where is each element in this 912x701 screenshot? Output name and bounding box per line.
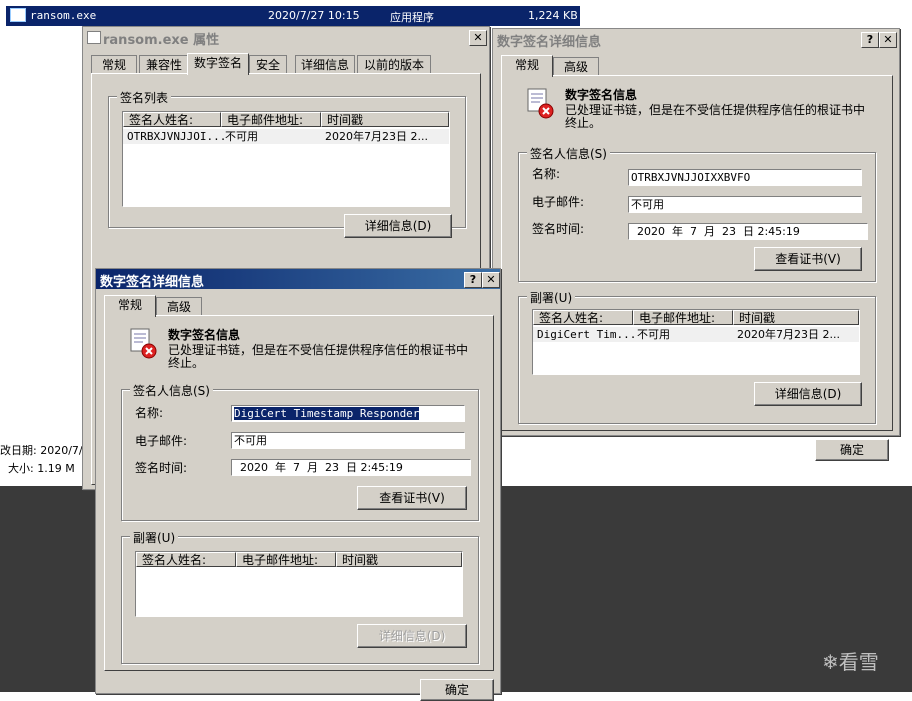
- tab-compat[interactable]: 兼容性: [139, 55, 189, 74]
- certificate-error-icon: [129, 328, 159, 360]
- signature-info-heading: 数字签名信息: [565, 88, 638, 102]
- email-cell: 不可用: [225, 130, 258, 143]
- details-title-front: 数字签名详细信息: [100, 275, 205, 290]
- signature-status-line1: 已处理证书链，但是在不受信任提供程序信任的根证书中: [565, 103, 866, 117]
- properties-title: ransom.exe 属性: [103, 33, 220, 48]
- certificate-error-icon: [526, 88, 556, 120]
- countersig-details-button[interactable]: 详细信息(D): [357, 624, 467, 648]
- column-timestamp[interactable]: 时间戳: [321, 112, 449, 127]
- timestamp-cell: 2020年7月23日 2...: [737, 328, 840, 341]
- details-title-back: 数字签名详细信息: [497, 35, 602, 50]
- signature-list-label: 签名列表: [117, 89, 172, 106]
- exe-file-icon: [10, 8, 26, 22]
- help-icon[interactable]: ?: [464, 272, 482, 288]
- signer-info-label: 签名人信息(S): [130, 382, 213, 399]
- properties-tabs: 常规 兼容性 数字签名 安全 详细信息 以前的版本: [91, 53, 481, 75]
- signer-info-group: 签名人信息(S) 名称: OTRBXJVNJJOIXXBVFO 电子邮件: 不可…: [518, 145, 876, 282]
- signature-details-window-front: 数字签名详细信息 ? ✕ 常规 高级 数字签名信息 已处理证书链，但是在不受信任…: [95, 268, 501, 701]
- signature-status-line2: 终止。: [168, 356, 205, 370]
- general-tab-panel: 数字签名信息 已处理证书链，但是在不受信任提供程序信任的根证书中 终止。 签名人…: [104, 315, 494, 671]
- timestamp-cell: 2020年7月23日 2...: [325, 130, 428, 143]
- email-label: 电子邮件:: [532, 195, 585, 209]
- tab-security[interactable]: 安全: [249, 55, 287, 74]
- tab-previous-versions[interactable]: 以前的版本: [357, 55, 431, 74]
- email-field[interactable]: 不可用: [628, 196, 862, 213]
- properties-titlebar[interactable]: ransom.exe 属性 ✕: [83, 27, 489, 48]
- view-certificate-button[interactable]: 查看证书(V): [357, 486, 467, 510]
- tab-general[interactable]: 常规: [104, 295, 156, 317]
- signer-info-label: 签名人信息(S): [527, 145, 610, 162]
- file-type: 应用程序: [390, 11, 434, 24]
- ok-button[interactable]: 确定: [815, 439, 889, 461]
- general-tab-panel: 数字签名信息 已处理证书链，但是在不受信任提供程序信任的根证书中 终止。 签名人…: [501, 75, 893, 431]
- watermark: ❄看雪: [822, 650, 879, 674]
- signature-status-line2: 终止。: [565, 116, 602, 130]
- details-titlebar-back[interactable]: 数字签名详细信息 ? ✕: [493, 29, 899, 50]
- ok-button[interactable]: 确定: [420, 679, 494, 701]
- name-label: 名称:: [135, 406, 164, 420]
- signing-time-label: 签名时间:: [532, 222, 585, 236]
- signer-name-cell: DigiCert Tim...: [537, 328, 637, 341]
- tab-advanced[interactable]: 高级: [553, 57, 599, 76]
- details-titlebar-front[interactable]: 数字签名详细信息 ? ✕: [96, 269, 500, 290]
- close-icon[interactable]: ✕: [879, 32, 897, 48]
- column-email[interactable]: 电子邮件地址:: [633, 310, 733, 325]
- column-timestamp[interactable]: 时间戳: [336, 552, 462, 567]
- column-signer-name[interactable]: 签名人姓名:: [136, 552, 236, 567]
- column-signer-name[interactable]: 签名人姓名:: [123, 112, 221, 127]
- signature-details-window-back: 数字签名详细信息 ? ✕ 常规 高级 数字签名信息 已处理证书链，但是在不受信任…: [492, 28, 900, 461]
- countersignature-list[interactable]: 签名人姓名: 电子邮件地址: 时间戳 DigiCert Tim... 不可用 2…: [532, 309, 860, 375]
- help-icon[interactable]: ?: [861, 32, 879, 48]
- column-email[interactable]: 电子邮件地址:: [236, 552, 336, 567]
- name-label: 名称:: [532, 167, 561, 181]
- details-pane: 改日期: 2020/7/ 大小: 1.19 M: [0, 430, 83, 486]
- tab-digital-signature[interactable]: 数字签名: [187, 53, 249, 75]
- file-size: 1,224 KB: [528, 9, 578, 22]
- signature-list[interactable]: 签名人姓名: 电子邮件地址: 时间戳 OTRBXJVNJJOI... 不可用 2…: [122, 111, 450, 207]
- signer-info-group: 签名人信息(S) 名称: DigiCert Timestamp Responde…: [121, 382, 479, 521]
- modified-date-label: 改日期: 2020/7/: [0, 444, 83, 457]
- signing-time-field[interactable]: 2020 年 7 月 23 日 2:45:19: [231, 459, 471, 476]
- signer-name-field[interactable]: DigiCert Timestamp Responder: [231, 405, 465, 422]
- countersignature-group: 副署(U) 签名人姓名: 电子邮件地址: 时间戳 详细信息(D): [121, 529, 479, 664]
- tab-advanced[interactable]: 高级: [156, 297, 202, 316]
- details-tabs-back: 常规 高级: [501, 55, 891, 77]
- close-icon[interactable]: ✕: [482, 272, 500, 288]
- details-button[interactable]: 详细信息(D): [344, 214, 452, 238]
- countersignature-group: 副署(U) 签名人姓名: 电子邮件地址: 时间戳 DigiCert Tim...…: [518, 289, 876, 424]
- signing-time-field[interactable]: 2020 年 7 月 23 日 2:45:19: [628, 223, 868, 240]
- email-field[interactable]: 不可用: [231, 432, 465, 449]
- tab-general[interactable]: 常规: [91, 55, 137, 74]
- details-tabs-front: 常规 高级: [104, 295, 494, 317]
- tab-details[interactable]: 详细信息: [295, 55, 355, 74]
- signature-list-group: 签名列表 签名人姓名: 电子邮件地址: 时间戳 OTRBXJVNJJOI... …: [108, 89, 466, 228]
- watermark-text: 看雪: [838, 650, 879, 674]
- signer-name-selected-text: DigiCert Timestamp Responder: [234, 407, 420, 420]
- signature-info-heading: 数字签名信息: [168, 328, 241, 342]
- file-size-label: 大小: 1.19 M: [8, 462, 75, 475]
- signer-name-field[interactable]: OTRBXJVNJJOIXXBVFO: [628, 169, 862, 186]
- file-name: ransom.exe: [30, 9, 97, 22]
- countersignature-label: 副署(U): [527, 289, 576, 306]
- view-certificate-button[interactable]: 查看证书(V): [754, 247, 862, 271]
- email-label: 电子邮件:: [135, 434, 188, 448]
- countersignature-label: 副署(U): [130, 529, 179, 546]
- signer-name-cell: OTRBXJVNJJOI...: [127, 130, 227, 143]
- column-timestamp[interactable]: 时间戳: [733, 310, 859, 325]
- file-date: 2020/7/27 10:15: [268, 9, 360, 22]
- countersignature-list[interactable]: 签名人姓名: 电子邮件地址: 时间戳: [135, 551, 463, 617]
- signature-row[interactable]: OTRBXJVNJJOI... 不可用 2020年7月23日 2...: [123, 129, 449, 144]
- close-icon[interactable]: ✕: [469, 30, 487, 46]
- file-list-row[interactable]: ransom.exe 2020/7/27 10:15 应用程序 1,224 KB: [6, 6, 580, 26]
- countersignature-row[interactable]: DigiCert Tim... 不可用 2020年7月23日 2...: [533, 327, 859, 342]
- column-email[interactable]: 电子邮件地址:: [221, 112, 321, 127]
- tab-general[interactable]: 常规: [501, 55, 553, 77]
- signature-status-line1: 已处理证书链，但是在不受信任提供程序信任的根证书中: [168, 343, 469, 357]
- countersig-details-button[interactable]: 详细信息(D): [754, 382, 862, 406]
- signing-time-label: 签名时间:: [135, 461, 188, 475]
- email-cell: 不可用: [637, 328, 670, 341]
- column-signer-name[interactable]: 签名人姓名:: [533, 310, 633, 325]
- app-icon: [87, 31, 101, 44]
